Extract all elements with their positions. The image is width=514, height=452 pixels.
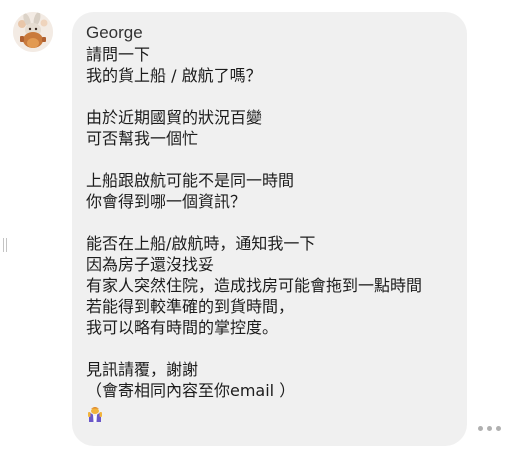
message-line: 你會得到哪一個資訊？ [86, 192, 247, 211]
avatar[interactable] [13, 12, 53, 52]
left-edge-handle[interactable] [3, 238, 8, 252]
man-bowing-icon [88, 407, 102, 422]
message-line [86, 86, 453, 107]
message-line: 上船跟啟航可能不是同一時間 [86, 171, 295, 190]
more-options-button[interactable] [478, 424, 502, 432]
message-line: 見訊請覆，謝謝 [86, 360, 199, 379]
message-line: 我的貨上船 / 啟航了嗎？ [86, 66, 262, 85]
message-text: 請問一下 我的貨上船 / 啟航了嗎？ 由於近期國貿的狀況百變 可否幫我一個忙 上… [86, 44, 453, 425]
more-dot [496, 425, 501, 431]
chat-area: George 請問一下 我的貨上船 / 啟航了嗎？ 由於近期國貿的狀況百變 可否… [0, 0, 514, 452]
more-dot [487, 425, 492, 431]
sender-name[interactable]: George [86, 23, 453, 43]
message-line: 有家人突然住院，造成找房可能會拖到一點時間 [86, 276, 423, 295]
more-dot [478, 425, 483, 431]
message-line [86, 149, 453, 170]
message-line [86, 212, 453, 233]
message-line: 請問一下 [86, 45, 151, 64]
message-line: 由於近期國貿的狀況百變 [86, 108, 263, 127]
message-bubble[interactable]: George 請問一下 我的貨上船 / 啟航了嗎？ 由於近期國貿的狀況百變 可否… [72, 12, 467, 446]
message-line [86, 338, 453, 359]
message-line: 我可以略有時間的掌控度。 [86, 318, 279, 337]
rabbit-avatar-icon [13, 12, 53, 52]
message-line: 若能得到較準確的到貨時間， [86, 297, 295, 316]
message-line: 能否在上船/啟航時，通知我一下 [86, 234, 316, 253]
message-line: （會寄相同內容至你email ） [86, 381, 296, 400]
message-line: 可否幫我一個忙 [86, 129, 199, 148]
emoji-line [86, 403, 453, 425]
message-line: 因為房子還沒找妥 [86, 255, 215, 274]
